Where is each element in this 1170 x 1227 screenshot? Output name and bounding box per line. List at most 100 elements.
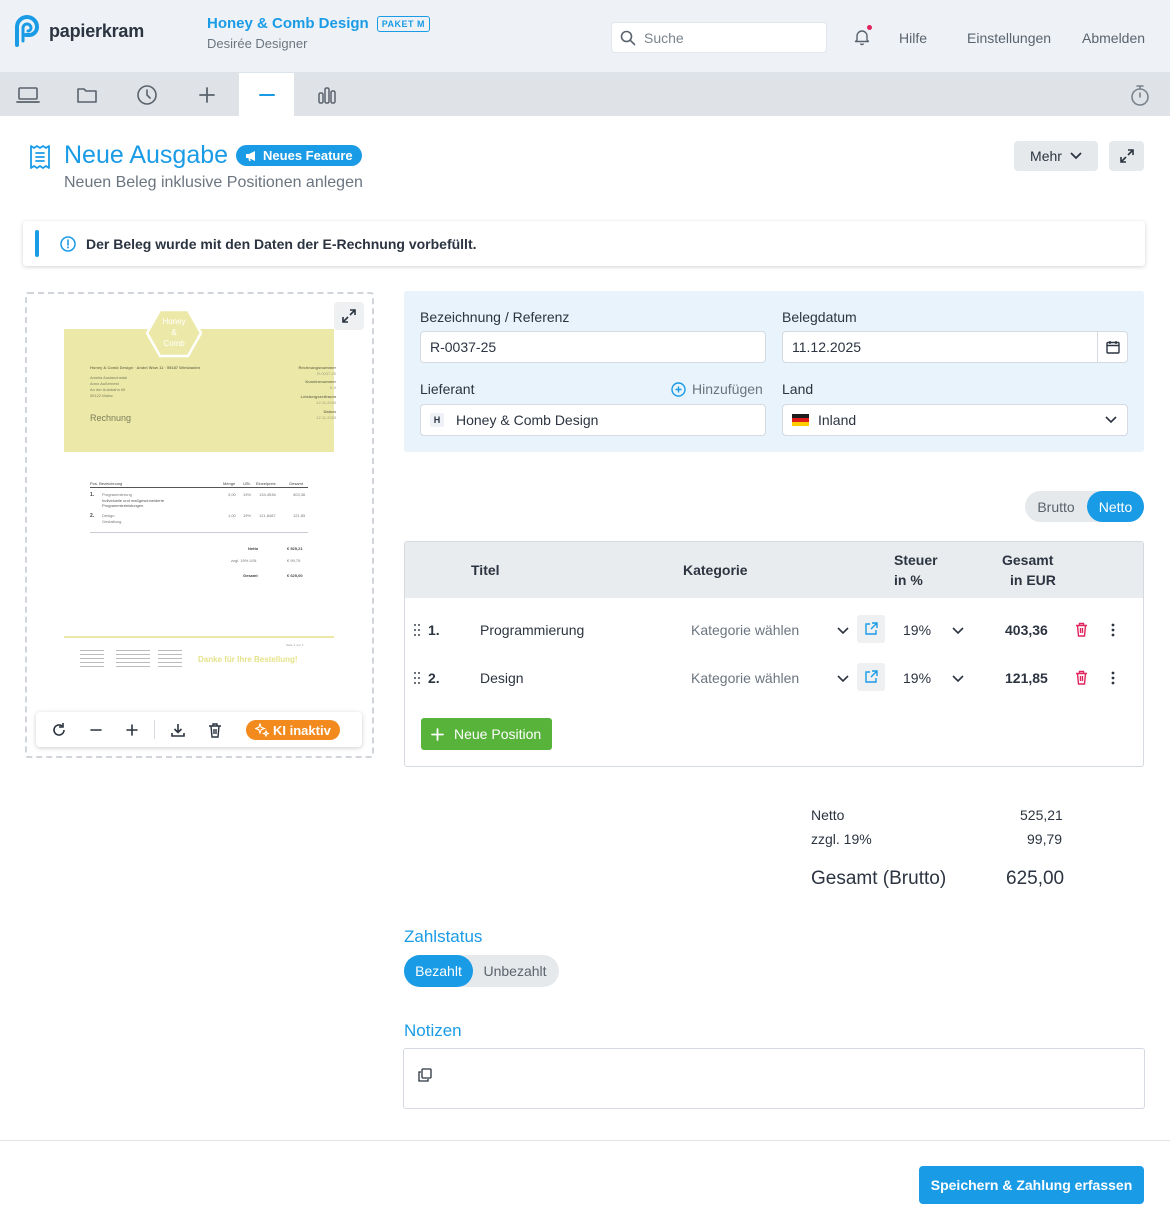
summary-vat-label: zzgl. 19%	[811, 831, 872, 847]
paid-option[interactable]: Bezahlt	[404, 955, 473, 987]
add-supplier-link[interactable]: Hinzufügen	[671, 381, 763, 397]
open-category-button[interactable]	[857, 615, 885, 643]
row-total: 403,36	[1005, 622, 1048, 638]
zoom-in-button[interactable]	[123, 721, 141, 739]
delete-file-button[interactable]	[206, 721, 224, 739]
help-link[interactable]: Hilfe	[899, 30, 927, 46]
trash-icon[interactable]	[1075, 622, 1088, 637]
notes-textarea[interactable]	[403, 1048, 1145, 1109]
megaphone-icon	[246, 150, 256, 161]
row-tax-select[interactable]: 19%	[903, 670, 931, 686]
clock-icon	[136, 84, 157, 105]
doc-item-2-desc: Gestaltung	[102, 519, 122, 524]
doc-footer-col-1	[80, 650, 104, 670]
company-name[interactable]: Honey & Comb Design	[207, 15, 369, 32]
doc-meta-4: K-9	[329, 385, 336, 390]
preview-toolbar: KI inaktiv	[36, 712, 362, 747]
chevron-down-icon	[952, 627, 964, 635]
tab-expenses[interactable]	[239, 73, 294, 116]
supplier-initial-avatar: H	[430, 413, 444, 427]
logout-link[interactable]: Abmelden	[1082, 30, 1145, 46]
netto-option[interactable]: Netto	[1087, 491, 1144, 522]
date-input[interactable]: 11.12.2025	[782, 331, 1128, 363]
chevron-down-icon	[837, 675, 849, 683]
doc-item-2-pos: 2.	[90, 513, 95, 519]
country-select[interactable]: Inland	[782, 404, 1128, 436]
save-and-record-payment-button[interactable]: Speichern & Zahlung erfassen	[919, 1166, 1144, 1204]
summary-net-value: 525,21	[1020, 807, 1063, 823]
download-button[interactable]	[169, 721, 187, 739]
add-circle-icon	[671, 381, 686, 397]
ki-status-label: KI inaktiv	[273, 722, 331, 738]
unpaid-option[interactable]: Unbezahlt	[475, 955, 555, 987]
doc-item-1-vat: 19%	[243, 492, 252, 497]
download-icon	[171, 724, 185, 737]
page-title: Neue Ausgabe	[64, 141, 229, 169]
row-number: 1.	[428, 622, 440, 638]
copy-icon[interactable]	[418, 1068, 432, 1082]
info-icon	[60, 236, 76, 252]
new-position-button[interactable]: Neue Position	[421, 718, 552, 750]
doc-items-line	[90, 532, 308, 533]
row-category-select[interactable]: Kategorie wählen	[691, 622, 799, 638]
drag-handle-icon[interactable]	[413, 623, 421, 637]
row-title[interactable]: Design	[480, 670, 524, 686]
tab-stopwatch[interactable]	[1112, 73, 1167, 116]
laptop-icon	[15, 86, 40, 103]
open-category-button[interactable]	[857, 663, 885, 691]
brutto-option[interactable]: Brutto	[1025, 491, 1087, 522]
tab-dashboard[interactable]	[0, 73, 55, 116]
alert-accent-bar	[35, 230, 39, 257]
doc-item-2-qty: 1,00	[228, 513, 236, 518]
positions-table-header: Titel Kategorie Steuer in % Gesamt in EU…	[405, 542, 1143, 598]
doc-footer-col-2	[116, 650, 150, 670]
doc-recipient-1: Amelia Auslauchstab	[90, 375, 128, 380]
reference-input[interactable]: R-0037-25	[420, 331, 766, 363]
new-feature-badge[interactable]: Neues Feature	[236, 145, 362, 166]
more-vertical-icon[interactable]	[1111, 671, 1115, 685]
more-dropdown-button[interactable]: Mehr	[1014, 141, 1098, 171]
main-tab-bar	[0, 73, 1170, 116]
row-title[interactable]: Programmierung	[480, 622, 584, 638]
summary-gross-value: 625,00	[1006, 868, 1065, 889]
supplier-input[interactable]: H Honey & Comb Design	[420, 404, 766, 436]
expand-view-button[interactable]	[1109, 141, 1144, 171]
chevron-down-icon	[952, 675, 964, 683]
col-category: Kategorie	[683, 562, 748, 578]
tab-reports[interactable]	[299, 73, 354, 116]
doc-meta-1: Rechnungsnummer	[298, 365, 336, 370]
logo-line-2: &	[171, 328, 177, 337]
col-tax-line-2: in %	[894, 572, 923, 588]
notifications-bell-icon[interactable]	[853, 25, 872, 46]
row-category-select[interactable]: Kategorie wählen	[691, 670, 799, 686]
rotate-button[interactable]	[50, 721, 68, 739]
tab-income[interactable]	[179, 73, 234, 116]
table-row: 1. Programmierung Kategorie wählen 19% 4…	[405, 610, 1143, 650]
doc-recipient-4: 55122 Mainz	[90, 393, 113, 398]
doc-total-net-value: € 525,21	[287, 546, 303, 551]
date-picker-button[interactable]	[1097, 332, 1127, 362]
ki-status-badge[interactable]: KI inaktiv	[246, 720, 340, 740]
zoom-out-button[interactable]	[87, 721, 105, 739]
settings-link[interactable]: Einstellungen	[967, 30, 1051, 46]
date-value: 11.12.2025	[792, 339, 862, 355]
more-label: Mehr	[1030, 148, 1062, 164]
row-tax-select[interactable]: 19%	[903, 622, 931, 638]
doc-item-2-vat: 19%	[243, 513, 252, 518]
preview-expand-button[interactable]	[334, 302, 364, 330]
positions-table: Titel Kategorie Steuer in % Gesamt in EU…	[404, 541, 1144, 767]
doc-th-vat: USt.	[243, 481, 251, 486]
search-input[interactable]: Suche	[611, 22, 827, 53]
new-position-label: Neue Position	[454, 726, 542, 742]
trash-icon[interactable]	[1075, 670, 1088, 685]
more-vertical-icon[interactable]	[1111, 623, 1115, 637]
minus-icon	[90, 729, 102, 731]
sparkle-icon	[255, 723, 269, 737]
col-total-line-2: in EUR	[1010, 572, 1056, 588]
drag-handle-icon[interactable]	[413, 671, 421, 685]
doc-th-desc: Pos. Bezeichnung	[90, 481, 123, 486]
tab-time-tracking[interactable]	[119, 73, 174, 116]
summary-net-label: Netto	[811, 807, 845, 823]
tab-documents[interactable]	[59, 73, 114, 116]
app-logo[interactable]: papierkram	[13, 15, 144, 47]
